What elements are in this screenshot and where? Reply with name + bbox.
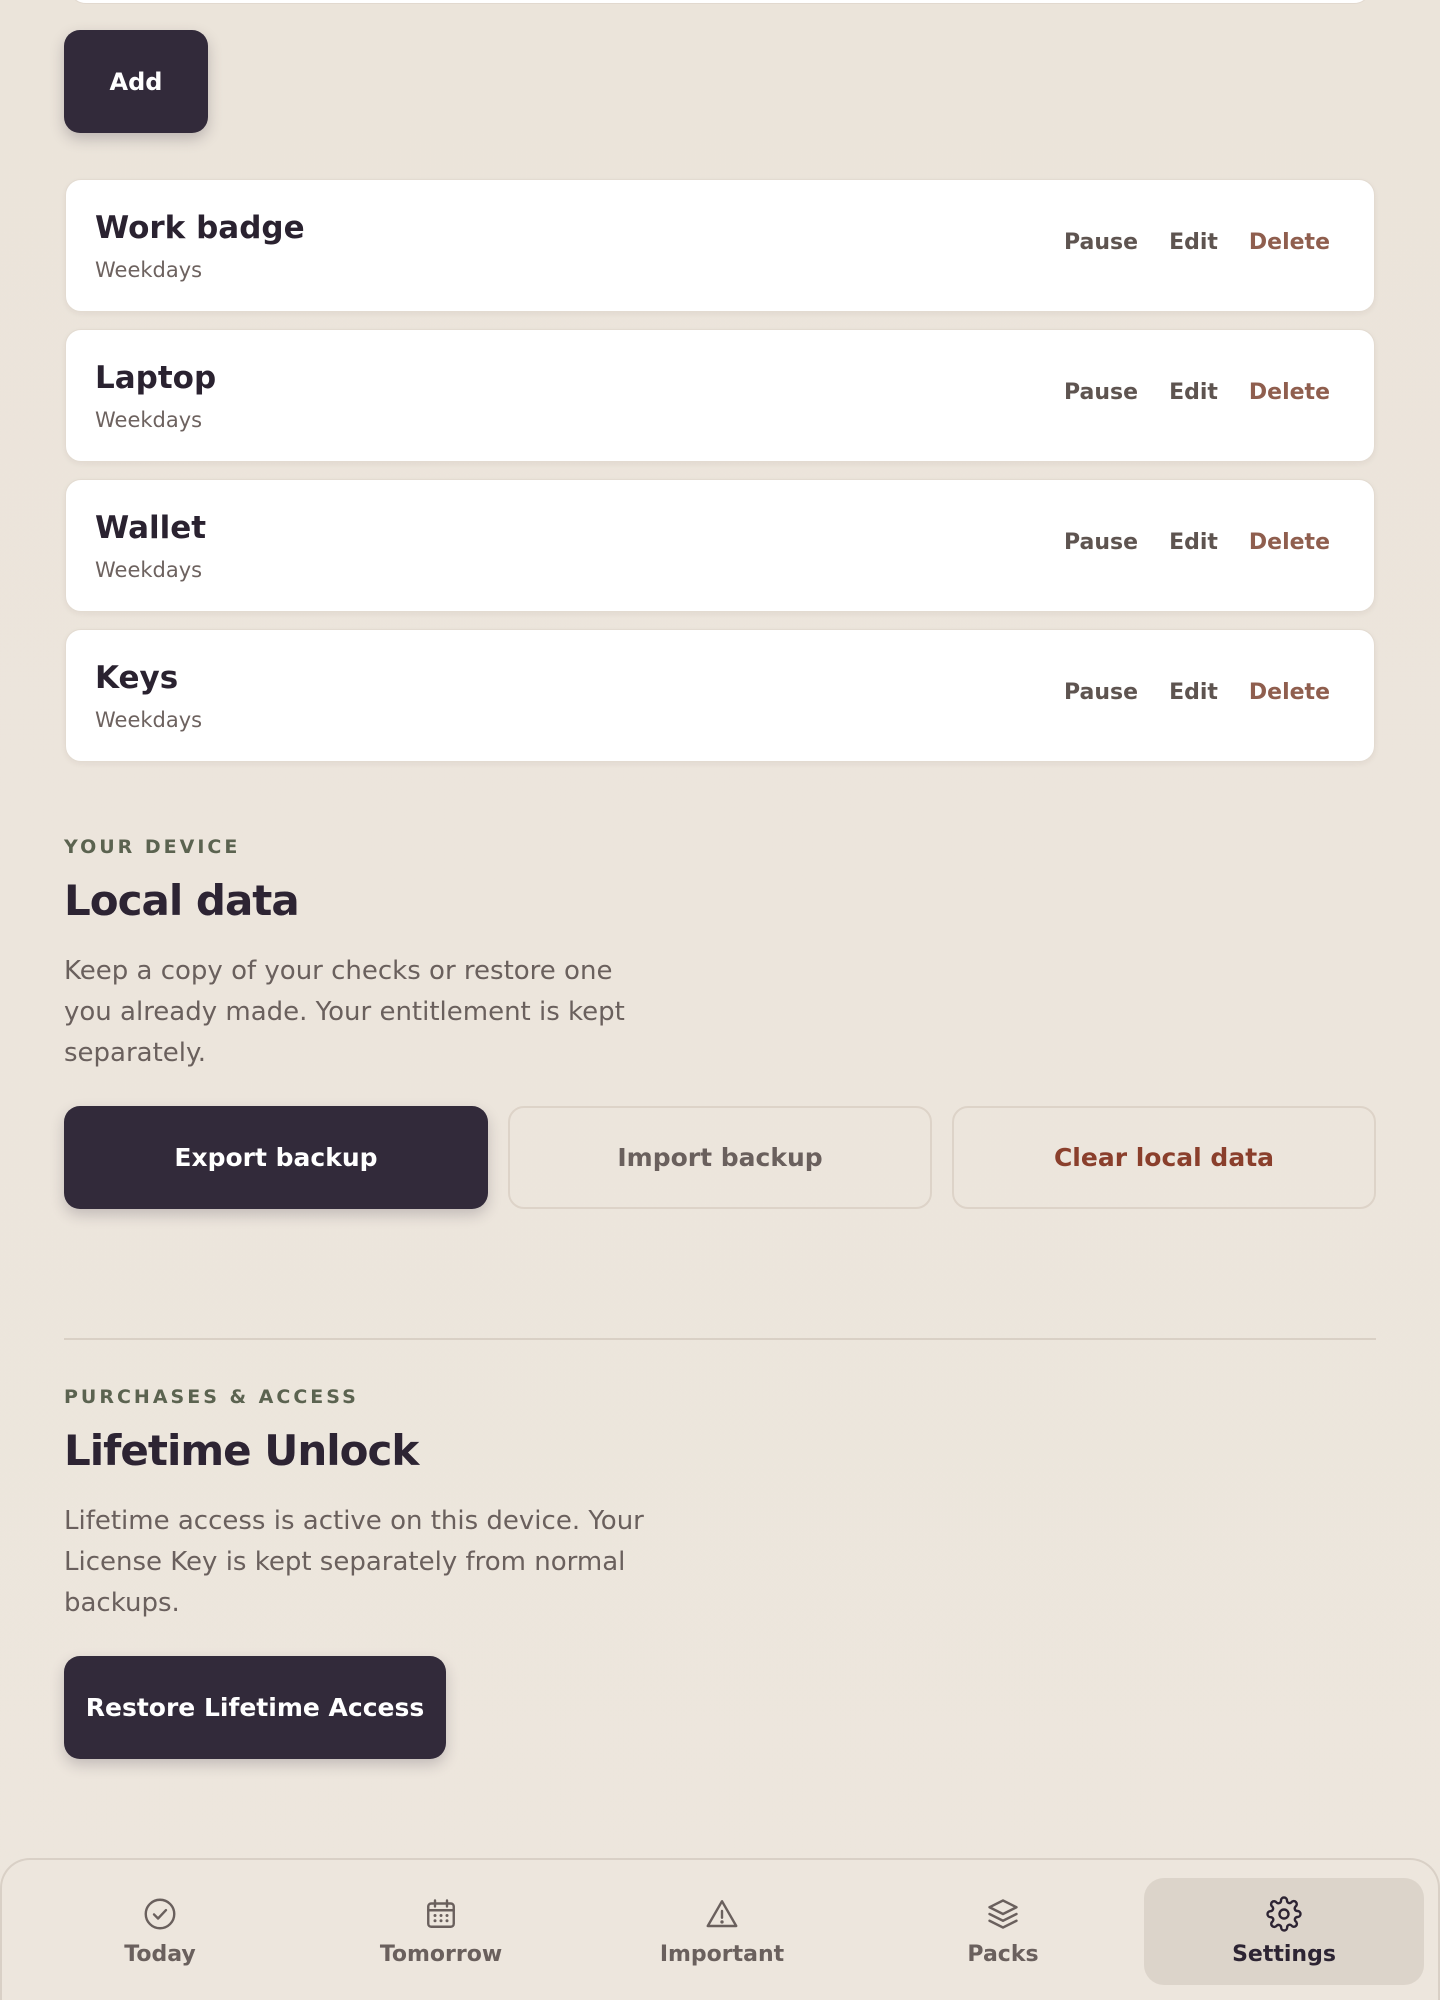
item-name: Wallet <box>95 510 207 546</box>
pause-button[interactable]: Pause <box>1064 230 1138 255</box>
import-backup-button[interactable]: Import backup <box>508 1106 932 1209</box>
item-schedule: Weekdays <box>95 258 203 282</box>
item-name: Laptop <box>95 360 217 396</box>
nav-item-today[interactable]: Today <box>20 1878 300 1985</box>
list-item: Keys Weekdays Pause Edit Delete <box>65 629 1375 762</box>
item-actions: Pause Edit Delete <box>1064 530 1330 555</box>
restore-lifetime-access-button[interactable]: Restore Lifetime Access <box>64 1656 446 1759</box>
item-name: Work badge <box>95 210 305 246</box>
nav-label: Today <box>124 1942 196 1967</box>
item-schedule: Weekdays <box>95 708 203 732</box>
edit-button[interactable]: Edit <box>1169 530 1218 555</box>
layers-icon <box>988 1899 1018 1929</box>
delete-button[interactable]: Delete <box>1249 680 1330 705</box>
section-description: Lifetime access is active on this device… <box>64 1506 644 1618</box>
export-backup-button[interactable]: Export backup <box>64 1106 488 1209</box>
section-eyebrow: PURCHASES & ACCESS <box>64 1386 359 1408</box>
item-schedule: Weekdays <box>95 408 203 432</box>
pause-button[interactable]: Pause <box>1064 530 1138 555</box>
add-button[interactable]: Add <box>64 30 208 133</box>
section-description: Keep a copy of your checks or restore on… <box>64 956 625 1068</box>
nav-item-tomorrow[interactable]: Tomorrow <box>301 1878 581 1985</box>
nav-label: Important <box>659 1942 785 1967</box>
list-item: Work badge Weekdays Pause Edit Delete <box>65 179 1375 312</box>
pause-button[interactable]: Pause <box>1064 380 1138 405</box>
edit-button[interactable]: Edit <box>1169 380 1218 405</box>
item-name: Keys <box>95 660 179 696</box>
nav-label: Tomorrow <box>379 1942 503 1967</box>
clear-local-data-button[interactable]: Clear local data <box>952 1106 1376 1209</box>
nav-item-settings[interactable]: Settings <box>1144 1878 1424 1985</box>
divider <box>64 1338 1376 1340</box>
edit-button[interactable]: Edit <box>1169 680 1218 705</box>
section-eyebrow: YOUR DEVICE <box>64 836 241 858</box>
nav-label: Settings <box>1232 1942 1336 1967</box>
section-title: Lifetime Unlock <box>64 1426 419 1475</box>
previous-card-edge <box>68 0 1372 4</box>
section-title: Local data <box>64 876 300 925</box>
delete-button[interactable]: Delete <box>1249 230 1330 255</box>
delete-button[interactable]: Delete <box>1249 530 1330 555</box>
gear-icon <box>1266 1896 1302 1932</box>
delete-button[interactable]: Delete <box>1249 380 1330 405</box>
item-actions: Pause Edit Delete <box>1064 230 1330 255</box>
check-circle-icon <box>144 1898 176 1930</box>
nav-item-important[interactable]: Important <box>582 1878 862 1985</box>
item-schedule: Weekdays <box>95 558 203 582</box>
bottom-nav: Today Tomorrow Important Packs Settings <box>0 1858 1440 2000</box>
nav-item-packs[interactable]: Packs <box>863 1878 1143 1985</box>
nav-label: Packs <box>967 1942 1039 1967</box>
calendar-icon <box>427 1899 455 1928</box>
list-item: Wallet Weekdays Pause Edit Delete <box>65 479 1375 612</box>
warning-icon <box>706 1900 738 1928</box>
pause-button[interactable]: Pause <box>1064 680 1138 705</box>
item-actions: Pause Edit Delete <box>1064 680 1330 705</box>
edit-button[interactable]: Edit <box>1169 230 1218 255</box>
list-item: Laptop Weekdays Pause Edit Delete <box>65 329 1375 462</box>
item-actions: Pause Edit Delete <box>1064 380 1330 405</box>
